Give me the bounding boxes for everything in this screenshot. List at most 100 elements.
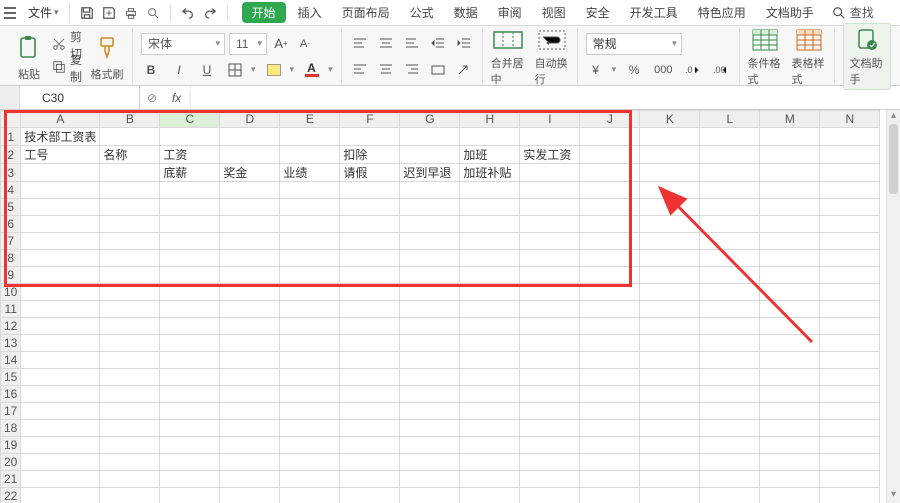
cell[interactable]: 加班 [460, 146, 520, 164]
cell[interactable] [700, 352, 760, 369]
cell[interactable] [21, 318, 100, 335]
cell[interactable] [100, 352, 160, 369]
paste-button[interactable]: 粘贴 [12, 31, 46, 82]
cell[interactable] [520, 437, 580, 454]
cell[interactable] [520, 403, 580, 420]
cell[interactable]: 名称 [100, 146, 160, 164]
cell[interactable] [21, 284, 100, 301]
cell[interactable] [160, 216, 220, 233]
font-color-button[interactable] [302, 60, 322, 80]
cell[interactable] [700, 369, 760, 386]
cell[interactable] [520, 301, 580, 318]
cell[interactable] [400, 386, 460, 403]
cell[interactable] [280, 128, 340, 146]
ribbon-tab[interactable]: 数据 [444, 0, 488, 25]
row-header[interactable]: 13 [1, 335, 21, 352]
increase-indent-button[interactable] [454, 34, 474, 54]
column-header[interactable]: I [520, 111, 580, 128]
row-header[interactable]: 2 [1, 146, 21, 164]
cell[interactable] [700, 454, 760, 471]
row-header[interactable]: 5 [1, 199, 21, 216]
cell[interactable] [340, 199, 400, 216]
cell[interactable] [640, 488, 700, 503]
cell[interactable] [160, 386, 220, 403]
cell[interactable] [520, 182, 580, 199]
cell[interactable] [700, 128, 760, 146]
cell[interactable] [220, 454, 280, 471]
cell[interactable] [700, 250, 760, 267]
save-as-icon[interactable] [100, 4, 118, 22]
cell[interactable] [160, 454, 220, 471]
cell[interactable] [100, 403, 160, 420]
cell[interactable] [460, 471, 520, 488]
cell[interactable]: 工资 [160, 146, 220, 164]
cell[interactable] [400, 335, 460, 352]
increase-decimal-button[interactable]: .0 [683, 60, 703, 80]
cell[interactable] [640, 352, 700, 369]
cell[interactable] [820, 199, 880, 216]
cell[interactable] [760, 437, 820, 454]
align-left-button[interactable] [350, 60, 370, 80]
cell[interactable] [460, 352, 520, 369]
cell[interactable] [640, 335, 700, 352]
cell[interactable] [21, 386, 100, 403]
cell[interactable] [760, 284, 820, 301]
ribbon-tab[interactable]: 开发工具 [620, 0, 688, 25]
cell[interactable] [280, 437, 340, 454]
cell[interactable] [580, 454, 640, 471]
cell[interactable] [520, 233, 580, 250]
cell[interactable] [820, 128, 880, 146]
cell[interactable] [400, 267, 460, 284]
cell[interactable] [21, 420, 100, 437]
cell[interactable] [580, 216, 640, 233]
cell[interactable] [580, 471, 640, 488]
cell[interactable] [700, 301, 760, 318]
cell[interactable] [580, 128, 640, 146]
cell[interactable] [640, 386, 700, 403]
cell[interactable] [640, 199, 700, 216]
cell[interactable] [400, 199, 460, 216]
cell[interactable] [280, 488, 340, 503]
cell[interactable] [400, 128, 460, 146]
fill-color-button[interactable] [264, 60, 284, 80]
print-preview-icon[interactable] [144, 4, 162, 22]
ribbon-tab[interactable]: 安全 [576, 0, 620, 25]
cell[interactable] [340, 267, 400, 284]
column-header[interactable]: M [760, 111, 820, 128]
cell[interactable] [760, 420, 820, 437]
cell[interactable] [160, 199, 220, 216]
row-header[interactable]: 20 [1, 454, 21, 471]
row-header[interactable]: 8 [1, 250, 21, 267]
formula-input[interactable] [190, 86, 900, 109]
cell[interactable] [760, 250, 820, 267]
cell[interactable] [520, 128, 580, 146]
cell[interactable] [340, 233, 400, 250]
cell[interactable] [640, 403, 700, 420]
cell[interactable] [520, 335, 580, 352]
ribbon-tab[interactable]: 文档助手 [756, 0, 824, 25]
cell[interactable] [340, 471, 400, 488]
column-header[interactable]: C [160, 111, 220, 128]
cell[interactable] [100, 164, 160, 182]
cell[interactable] [460, 233, 520, 250]
print-icon[interactable] [122, 4, 140, 22]
cell[interactable] [580, 267, 640, 284]
cell[interactable] [340, 454, 400, 471]
cell[interactable] [760, 182, 820, 199]
cell[interactable] [820, 403, 880, 420]
cell[interactable] [280, 301, 340, 318]
cell[interactable] [280, 420, 340, 437]
cell[interactable] [700, 267, 760, 284]
cell[interactable] [21, 164, 100, 182]
ribbon-tab[interactable]: 特色应用 [688, 0, 756, 25]
cell[interactable] [460, 267, 520, 284]
cell[interactable] [160, 488, 220, 503]
cell[interactable] [340, 335, 400, 352]
cell[interactable] [640, 318, 700, 335]
cell[interactable] [820, 182, 880, 199]
cell[interactable] [700, 146, 760, 164]
cell[interactable] [760, 301, 820, 318]
merge-split-button[interactable] [428, 60, 448, 80]
cell[interactable]: 奖金 [220, 164, 280, 182]
cell[interactable] [340, 318, 400, 335]
